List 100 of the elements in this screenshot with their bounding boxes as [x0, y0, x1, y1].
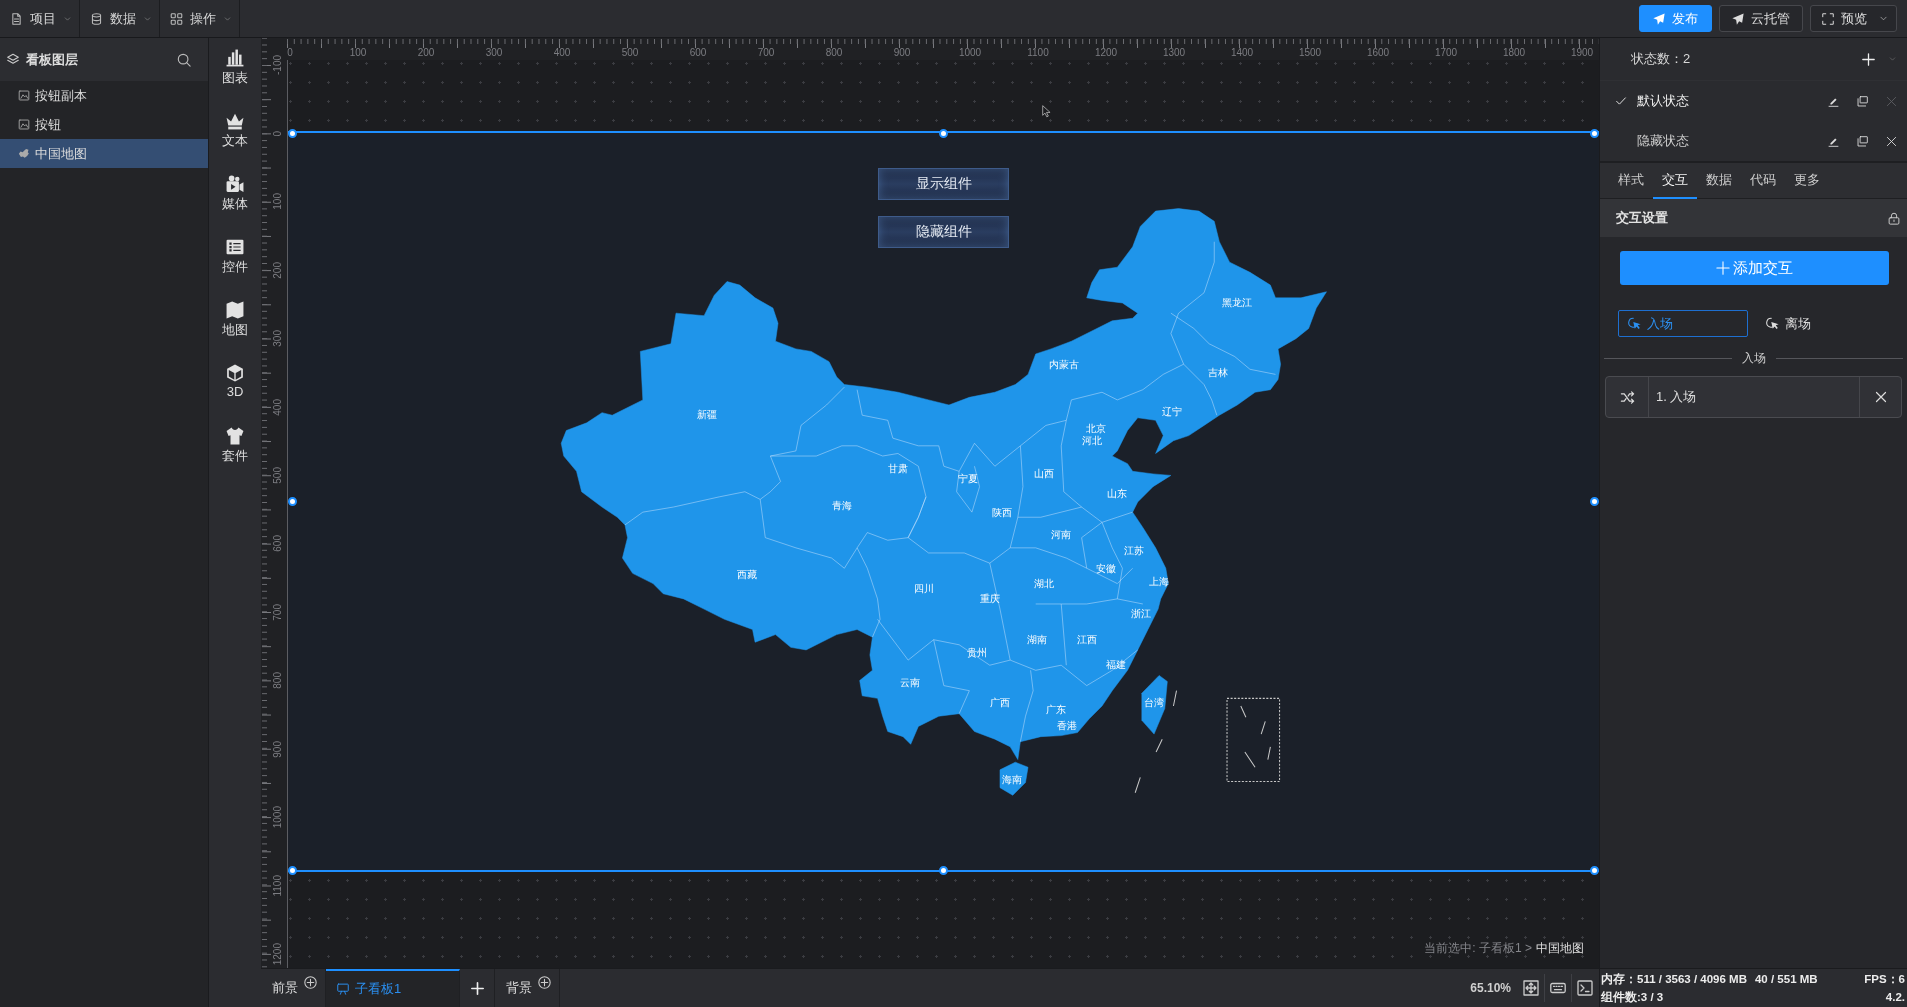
ruler-label: 1700 — [1434, 47, 1458, 58]
region-label: 香港 — [1057, 720, 1078, 732]
plus-icon — [470, 981, 484, 995]
image-icon — [18, 90, 30, 101]
fps-counter: FPS：6 — [1864, 972, 1905, 986]
add-circle-icon[interactable] — [304, 976, 317, 989]
ruler-label: 600 — [689, 47, 707, 58]
state-name[interactable]: 隐藏状态 — [1637, 132, 1810, 150]
region-label: 浙江 — [1131, 607, 1152, 619]
add-circle-icon[interactable] — [538, 976, 551, 989]
ruler-label: 1400 — [1230, 47, 1254, 58]
region-label: 新疆 — [696, 408, 717, 420]
ruler-label: 1500 — [1298, 47, 1322, 58]
ruler-label: 400 — [272, 398, 283, 416]
component-category[interactable]: 控件 — [222, 238, 248, 301]
canvas-button[interactable]: 隐藏组件 — [878, 216, 1009, 248]
state-count: 状态数：2 — [1631, 50, 1692, 68]
region-label: 上海 — [1149, 575, 1170, 587]
plus-icon — [1716, 261, 1730, 275]
breadcrumb-path: 当前选中: 子看板1 > — [1424, 940, 1532, 957]
list-icon — [226, 238, 244, 256]
zoom-level: 65.10% — [1470, 981, 1511, 995]
ruler-label: 400 — [553, 47, 571, 58]
region-label: 湖北 — [1033, 577, 1054, 589]
cursor-click-icon — [1766, 317, 1779, 330]
fit-screen-icon[interactable] — [1523, 980, 1539, 996]
ruler-label: 1200 — [272, 942, 283, 966]
divider-label: 入场 — [1741, 349, 1766, 367]
region-label: 湖南 — [1026, 633, 1047, 645]
region-label: 吉林 — [1207, 366, 1228, 378]
ruler-label: 600 — [272, 535, 283, 553]
copy-icon[interactable] — [1857, 135, 1868, 147]
menu-button[interactable]: 操作 — [160, 0, 240, 37]
layer-item[interactable]: 按钮 — [0, 110, 208, 139]
component-category[interactable]: 3D — [226, 364, 244, 427]
region-label: 海南 — [1002, 773, 1023, 785]
region-label: 西藏 — [736, 569, 757, 581]
component-category[interactable]: 媒体 — [222, 175, 248, 238]
ruler-label: 1000 — [272, 806, 283, 829]
interaction-name[interactable]: 1. 入场 — [1649, 388, 1859, 406]
tab[interactable]: 数据 — [1697, 163, 1741, 199]
mouse-pointer-icon — [1042, 103, 1053, 119]
ruler-label: 0 — [287, 47, 293, 58]
ruler-label: 0 — [272, 130, 283, 137]
deploy-button[interactable]: 云托管 — [1719, 5, 1803, 32]
resize-handle[interactable] — [288, 865, 297, 875]
menu-button[interactable]: 项目 — [0, 0, 80, 37]
image-icon — [18, 119, 30, 130]
component-category[interactable]: 文本 — [222, 112, 248, 175]
component-category[interactable]: 地图 — [222, 301, 248, 364]
region-label: 山西 — [1034, 468, 1055, 480]
ruler-label: 1300 — [1162, 47, 1186, 58]
region-label: 河南 — [1050, 529, 1071, 541]
plus-icon[interactable] — [1862, 52, 1875, 66]
resize-handle[interactable] — [288, 497, 297, 506]
copy-icon[interactable] — [1857, 95, 1868, 107]
shirt-icon — [226, 427, 244, 445]
ruler-label: 1000 — [958, 47, 982, 58]
component-category[interactable]: 图表 — [222, 49, 248, 112]
ruler-label: 900 — [893, 47, 911, 58]
lock-icon[interactable] — [1888, 211, 1900, 225]
terminal-icon[interactable] — [1577, 980, 1593, 996]
memory-usage: 内存：511 / 3563 / 4096 MB — [1601, 972, 1747, 986]
monitor-icon — [337, 983, 349, 995]
menu-button[interactable]: 数据 — [80, 0, 160, 37]
layers-icon — [6, 53, 20, 66]
ruler-label: 1900 — [1570, 47, 1594, 58]
component-category[interactable]: 套件 — [222, 427, 248, 490]
chevron-down-icon — [1878, 15, 1889, 22]
paper-plane-icon — [1732, 12, 1744, 25]
preview-button[interactable]: 预览 — [1810, 5, 1897, 32]
region-label: 甘肃 — [888, 462, 909, 474]
canvas-button[interactable]: 显示组件 — [878, 168, 1009, 200]
state-name[interactable]: 默认状态 — [1637, 92, 1810, 110]
trigger-option[interactable]: 离场 — [1756, 310, 1886, 337]
tab[interactable]: 更多 — [1785, 163, 1829, 199]
ruler-label: 1600 — [1366, 47, 1390, 58]
trigger-option[interactable]: 入场 — [1618, 310, 1748, 337]
region-label: 台湾 — [1144, 697, 1165, 709]
region-label: 云南 — [899, 677, 920, 689]
ruler-label: 300 — [272, 330, 283, 347]
chevron-down-icon — [143, 15, 152, 22]
region-label: 陕西 — [991, 506, 1012, 518]
ruler-label: 700 — [272, 603, 283, 621]
tab[interactable]: 代码 — [1741, 163, 1785, 199]
region-label: 广西 — [990, 696, 1011, 708]
keyboard-icon[interactable] — [1550, 980, 1566, 996]
resize-handle[interactable] — [288, 128, 297, 138]
layer-item[interactable]: 按钮副本 — [0, 81, 208, 110]
layer-item[interactable]: 中国地图 — [0, 139, 208, 168]
board-tab[interactable]: 子看板1 — [326, 969, 460, 1007]
video-camera-icon — [226, 175, 244, 193]
search-icon[interactable] — [177, 52, 191, 67]
resize-handle[interactable] — [939, 865, 948, 875]
chevron-down-icon — [223, 15, 232, 22]
tab[interactable]: 样式 — [1609, 163, 1653, 199]
ruler-label: 200 — [272, 261, 283, 279]
ruler-label: 300 — [485, 47, 503, 58]
panel-title: 看板图层 — [26, 50, 79, 69]
resize-handle[interactable] — [939, 128, 948, 138]
